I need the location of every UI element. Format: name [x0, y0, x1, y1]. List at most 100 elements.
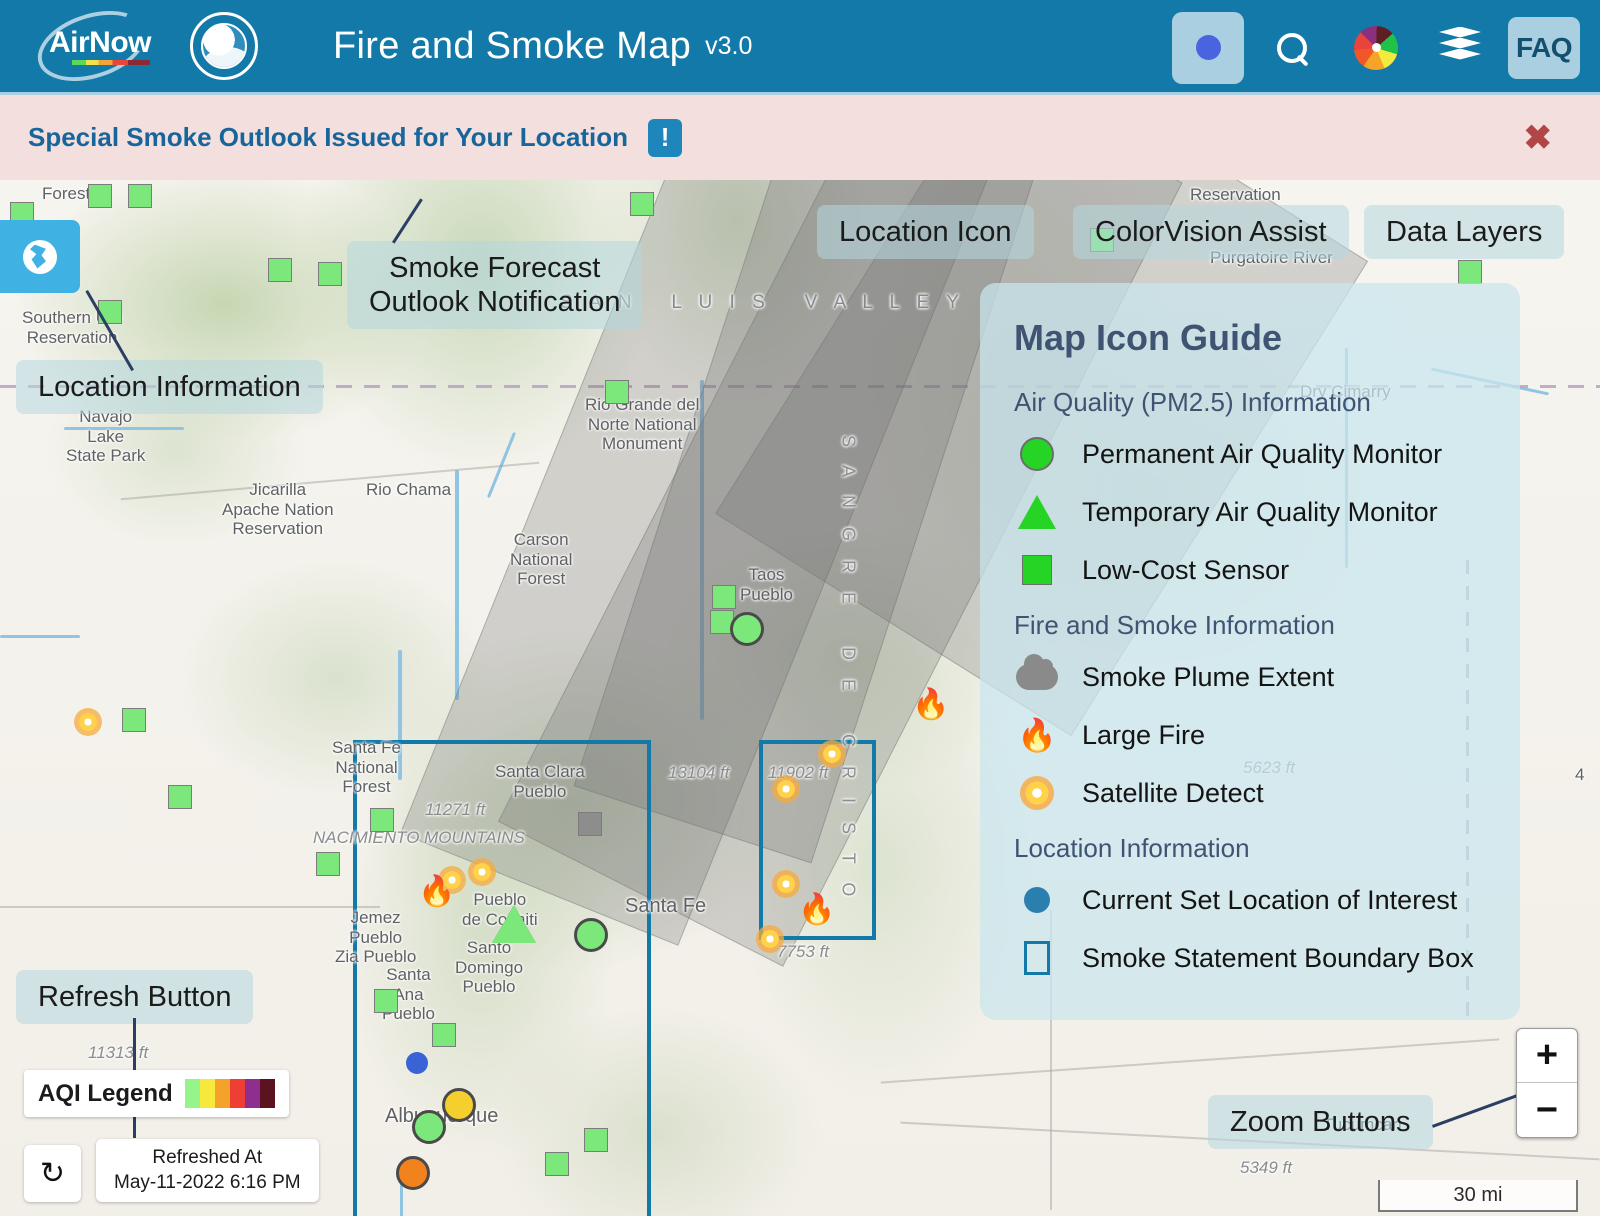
smoke-cloud-icon: [1014, 654, 1060, 690]
smoke-outlook-notification[interactable]: Special Smoke Outlook Issued for Your Lo…: [0, 95, 1600, 180]
noaa-seal-icon: [190, 12, 258, 80]
airnow-logo: AirNow: [28, 0, 170, 94]
permanent-monitor-marker[interactable]: [730, 612, 764, 646]
aqi-color-bar: [72, 60, 150, 65]
current-location-marker[interactable]: [406, 1052, 428, 1074]
annotation-location-information: Location Information: [16, 360, 323, 415]
permanent-monitor-marker[interactable]: [412, 1110, 446, 1144]
satellite-detect-marker[interactable]: [818, 740, 846, 768]
large-fire-marker[interactable]: 🔥: [798, 895, 835, 925]
annotation-refresh-button: Refresh Button: [16, 970, 254, 1025]
satellite-detect-icon: [1014, 776, 1060, 810]
airnow-wordmark: AirNow: [49, 26, 152, 59]
zoom-in-button[interactable]: +: [1517, 1029, 1577, 1083]
data-layers-icon: [1439, 26, 1481, 67]
globe-icon: [23, 239, 57, 274]
aqi-swatch: [214, 1079, 230, 1108]
satellite-detect-marker[interactable]: [772, 775, 800, 803]
refreshed-at-panel: Refreshed At May-11-2022 6:16 PM: [96, 1138, 319, 1202]
low-cost-sensor-marker[interactable]: [168, 785, 192, 809]
annotation-smoke-forecast: Smoke Forecast Outlook Notification: [347, 241, 643, 330]
satellite-detect-marker[interactable]: [74, 708, 102, 736]
header-actions: FAQ: [1172, 0, 1580, 95]
offline-sensor-marker[interactable]: [578, 812, 602, 836]
low-cost-sensor-marker[interactable]: [374, 989, 398, 1013]
guide-section-location: Location Information Current Set Locatio…: [980, 833, 1520, 980]
low-cost-sensor-marker[interactable]: [318, 262, 342, 286]
aqi-swatch: [199, 1079, 215, 1108]
low-cost-sensor-marker[interactable]: [432, 1023, 456, 1047]
satellite-detect-marker[interactable]: [756, 925, 784, 953]
river-line: [64, 427, 184, 430]
low-cost-sensor-marker[interactable]: [584, 1128, 608, 1152]
colorvision-assist-button[interactable]: [1340, 12, 1412, 84]
guide-item-boundary-box: Smoke Statement Boundary Box: [1014, 936, 1520, 980]
guide-item-large-fire: 🔥 Large Fire: [1014, 713, 1520, 757]
zoom-buttons[interactable]: + −: [1516, 1028, 1578, 1138]
river-line: [0, 635, 80, 638]
guide-item-current-location: Current Set Location of Interest: [1014, 878, 1520, 922]
temporary-monitor-marker[interactable]: [492, 905, 536, 943]
low-cost-sensor-marker[interactable]: [1458, 260, 1482, 284]
low-cost-sensor-marker[interactable]: [370, 808, 394, 832]
road-line: [0, 906, 380, 908]
guide-item-label: Low-Cost Sensor: [1082, 554, 1290, 585]
close-icon[interactable]: ✖: [1524, 121, 1553, 155]
aqi-swatch: [184, 1079, 200, 1108]
low-cost-sensor-marker[interactable]: [128, 184, 152, 208]
low-cost-sensor-marker[interactable]: [605, 380, 629, 404]
annotation-data-layers: Data Layers: [1364, 205, 1565, 260]
annotation-zoom-buttons: Zoom Buttons: [1208, 1095, 1433, 1150]
location-icon-button[interactable]: [1172, 11, 1244, 84]
low-cost-sensor-marker[interactable]: [122, 708, 146, 732]
permanent-monitor-marker[interactable]: [574, 918, 608, 952]
river-line: [455, 470, 459, 700]
low-cost-sensor-marker[interactable]: [712, 585, 736, 609]
permanent-monitor-marker[interactable]: [442, 1088, 476, 1122]
noaa-seal-globe: [201, 23, 247, 69]
permanent-monitor-marker[interactable]: [396, 1156, 430, 1190]
guide-item-low-cost-sensor: Low-Cost Sensor: [1014, 548, 1520, 592]
faq-button[interactable]: FAQ: [1508, 12, 1580, 84]
info-exclamation-icon[interactable]: !: [648, 118, 683, 157]
search-button[interactable]: [1256, 12, 1328, 84]
guide-section-heading: Location Information: [1014, 833, 1250, 863]
satellite-detect-marker[interactable]: [468, 858, 496, 886]
green-triangle-icon: [1014, 495, 1060, 529]
aqi-legend[interactable]: AQI Legend: [24, 1070, 289, 1117]
aqi-swatch: [244, 1079, 260, 1108]
large-fire-marker[interactable]: 🔥: [418, 877, 455, 907]
guide-item-label: Satellite Detect: [1082, 777, 1264, 808]
boundary-box-icon: [1014, 941, 1060, 975]
refreshed-at-timestamp: May-11-2022 6:16 PM: [114, 1172, 301, 1194]
map-scale-bar: 30 mi: [1378, 1180, 1578, 1212]
fire-icon: 🔥: [1017, 717, 1057, 753]
zoom-out-button[interactable]: −: [1517, 1083, 1577, 1137]
refresh-icon: ↻: [39, 1157, 66, 1190]
guide-item-permanent-monitor: Permanent Air Quality Monitor: [1014, 432, 1520, 476]
large-fire-marker[interactable]: 🔥: [912, 690, 949, 720]
low-cost-sensor-marker[interactable]: [545, 1152, 569, 1176]
satellite-detect-marker[interactable]: [772, 870, 800, 898]
guide-item-label: Current Set Location of Interest: [1082, 884, 1458, 915]
data-layers-button[interactable]: [1424, 12, 1496, 84]
aqi-swatch: [229, 1079, 245, 1108]
location-information-button[interactable]: [0, 220, 80, 293]
aqi-color-swatches: [184, 1079, 275, 1108]
colorvision-wheel-icon: [1354, 25, 1398, 70]
guide-item-smoke-plume: Smoke Plume Extent: [1014, 654, 1520, 699]
app-header: AirNow Fire and Smoke Map v3.0 FAQ: [0, 0, 1600, 95]
green-square-icon: [1014, 555, 1060, 585]
map-icon-guide-panel: Map Icon Guide Air Quality (PM2.5) Infor…: [980, 283, 1520, 1020]
refresh-button[interactable]: ↻: [24, 1145, 81, 1202]
app-version: v3.0: [705, 31, 753, 60]
guide-item-label: Smoke Statement Boundary Box: [1082, 942, 1474, 973]
low-cost-sensor-marker[interactable]: [88, 184, 112, 208]
notification-text: Special Smoke Outlook Issued for Your Lo…: [28, 122, 629, 152]
low-cost-sensor-marker[interactable]: [268, 258, 292, 282]
low-cost-sensor-marker[interactable]: [630, 192, 654, 216]
guide-section-fire-smoke: Fire and Smoke Information Smoke Plume E…: [980, 610, 1520, 815]
low-cost-sensor-marker[interactable]: [316, 852, 340, 876]
map-scale-label: 30 mi: [1453, 1183, 1503, 1206]
fire-and-smoke-map[interactable]: ForestSouthern Ute ReservationNavajo Lak…: [0, 180, 1600, 1216]
